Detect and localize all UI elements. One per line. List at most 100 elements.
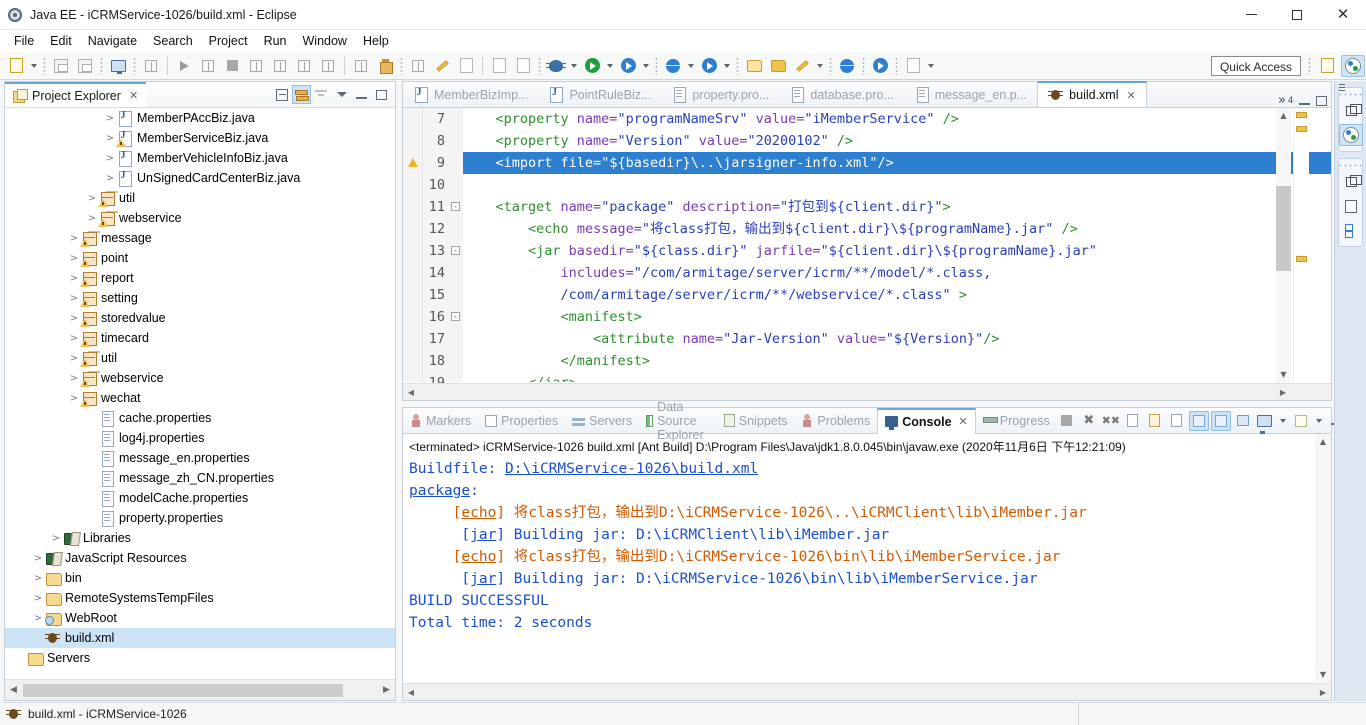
run-config-button[interactable] (617, 55, 639, 77)
search-dropdown-icon[interactable] (817, 63, 823, 68)
code-content[interactable]: <property name="programNameSrv" value="i… (463, 108, 1331, 382)
expand-arrow-icon[interactable]: > (85, 213, 99, 224)
step-into-button[interactable] (173, 55, 195, 77)
expand-arrow-icon[interactable]: > (67, 393, 81, 404)
tree-item[interactable]: > bin (5, 568, 395, 588)
expand-arrow-icon[interactable]: > (67, 373, 81, 384)
last-edit-location-button[interactable] (407, 55, 429, 77)
menu-project[interactable]: Project (201, 32, 256, 50)
tree-item[interactable]: > MemberPAccBiz.java (5, 108, 395, 128)
console-output[interactable]: Buildfile: D:\iCRMService-1026\build.xml… (403, 458, 1314, 682)
tree-item[interactable]: cache.properties (5, 408, 395, 428)
bottom-panel-tab[interactable]: Progress (976, 408, 1057, 433)
view-menu-button[interactable] (332, 85, 351, 104)
maximize-editor-icon[interactable] (1316, 95, 1327, 106)
code-line[interactable]: </jar> (463, 372, 1331, 382)
restore-button[interactable] (1339, 171, 1363, 193)
console-link[interactable]: jar (470, 527, 496, 543)
debug-nav-button[interactable] (245, 55, 267, 77)
tree-item[interactable]: > wechat (5, 388, 395, 408)
bottom-panel-tab[interactable]: Data Source Explorer (639, 400, 717, 442)
bottom-panel-tab[interactable]: Properties (478, 408, 565, 433)
tree-item[interactable]: > webservice (5, 368, 395, 388)
editor-tab[interactable]: build.xml ✕ (1037, 81, 1147, 107)
scroll-left-icon[interactable]: ◀ (5, 680, 22, 701)
code-line[interactable]: <jar basedir="${class.dir}" jarfile="${c… (463, 240, 1331, 262)
console-task-link[interactable]: echo (461, 549, 496, 565)
new-project-dropdown-icon[interactable] (688, 63, 694, 68)
editor-tab[interactable]: MemberBizImp... (403, 82, 538, 107)
expand-arrow-icon[interactable]: > (103, 133, 117, 144)
scroll-left-icon[interactable]: ◀ (403, 384, 419, 401)
fold-toggle-icon[interactable]: - (451, 246, 460, 255)
minimize-editor-icon[interactable] (1299, 102, 1310, 105)
save-button[interactable] (50, 55, 72, 77)
expand-arrow-icon[interactable]: > (103, 153, 117, 164)
expand-arrow-icon[interactable]: > (85, 193, 99, 204)
editor-tab[interactable]: database.pro... (779, 82, 903, 107)
maximize-view-button[interactable] (372, 85, 391, 104)
tree-item[interactable]: > MemberServiceBiz.java (5, 128, 395, 148)
close-button[interactable]: ✕ (1320, 0, 1366, 30)
save-all-button[interactable] (74, 55, 96, 77)
new-servlet-button[interactable] (698, 55, 720, 77)
tree-item[interactable]: modelCache.properties (5, 488, 395, 508)
menu-edit[interactable]: Edit (42, 32, 80, 50)
tree-item[interactable]: message_zh_CN.properties (5, 468, 395, 488)
bottom-panel-tab[interactable]: Markers (403, 408, 478, 433)
menu-file[interactable]: File (6, 32, 42, 50)
show-console-on-output-button[interactable] (1188, 410, 1209, 431)
new-java-project-button[interactable] (662, 55, 684, 77)
menu-help[interactable]: Help (355, 32, 397, 50)
skip-breakpoints-button[interactable] (269, 55, 291, 77)
scroll-right-icon[interactable]: ▶ (378, 680, 395, 701)
minimize-button[interactable] (1228, 0, 1274, 30)
clear-console-button[interactable] (1123, 411, 1143, 431)
export-dropdown-icon[interactable] (928, 63, 934, 68)
debug-as-button[interactable] (545, 55, 567, 77)
expand-arrow-icon[interactable]: > (67, 313, 81, 324)
console-link[interactable]: package (409, 483, 470, 499)
tree-item[interactable]: > webservice (5, 208, 395, 228)
open-console-button[interactable] (1291, 411, 1311, 431)
expand-arrow-icon[interactable]: > (67, 253, 81, 264)
scroll-up-icon[interactable]: ▲ (1315, 434, 1331, 449)
drag-handle[interactable] (1339, 91, 1362, 98)
tree-item[interactable]: log4j.properties (5, 428, 395, 448)
scroll-thumb[interactable] (1276, 186, 1291, 271)
project-tree[interactable]: > MemberPAccBiz.java > MemberServiceBiz.jav… (5, 108, 395, 678)
expand-arrow-icon[interactable]: > (103, 173, 117, 184)
code-line[interactable] (463, 174, 1331, 196)
word-wrap-button[interactable] (1167, 411, 1187, 431)
tree-item[interactable]: > setting (5, 288, 395, 308)
restore-button[interactable] (1339, 100, 1363, 122)
code-line[interactable]: includes="/com/armitage/server/icrm/**/m… (463, 262, 1331, 284)
bottom-panel-tab[interactable]: Console ✕ (877, 407, 976, 434)
code-line[interactable]: <manifest> (463, 306, 1331, 328)
code-line[interactable]: <import file="${basedir}\..\jarsigner-in… (463, 152, 1331, 174)
pin-console-button[interactable] (1233, 411, 1253, 431)
scroll-down-icon[interactable]: ▼ (1315, 667, 1331, 682)
toggle-breakpoint-button[interactable] (140, 55, 162, 77)
tree-item[interactable]: > timecard (5, 328, 395, 348)
export-button[interactable] (902, 55, 924, 77)
scroll-left-icon[interactable]: ◀ (403, 684, 419, 701)
previous-annotation-button[interactable] (374, 55, 396, 77)
tree-item[interactable]: > util (5, 188, 395, 208)
fold-toggle-icon[interactable]: - (451, 202, 460, 211)
remove-launch-button[interactable]: ✖ (1079, 411, 1099, 431)
scroll-right-icon[interactable]: ▶ (1315, 684, 1331, 701)
expand-arrow-icon[interactable]: > (31, 573, 45, 584)
menu-run[interactable]: Run (256, 32, 295, 50)
expand-arrow-icon[interactable]: > (67, 333, 81, 344)
tree-item[interactable]: > WebRoot (5, 608, 395, 628)
scroll-up-icon[interactable]: ▲ (1276, 108, 1291, 123)
step-over-button[interactable] (197, 55, 219, 77)
drag-handle[interactable] (1339, 162, 1362, 169)
toggle-block-selection-button[interactable] (488, 55, 510, 77)
bottom-panel-tab[interactable]: Servers (565, 408, 639, 433)
editor-hscrollbar[interactable]: ◀ ▶ (403, 383, 1331, 400)
run-as-dropdown-icon[interactable] (607, 63, 613, 68)
ruler-marker[interactable] (1296, 126, 1307, 132)
tree-item[interactable]: > Libraries (5, 528, 395, 548)
